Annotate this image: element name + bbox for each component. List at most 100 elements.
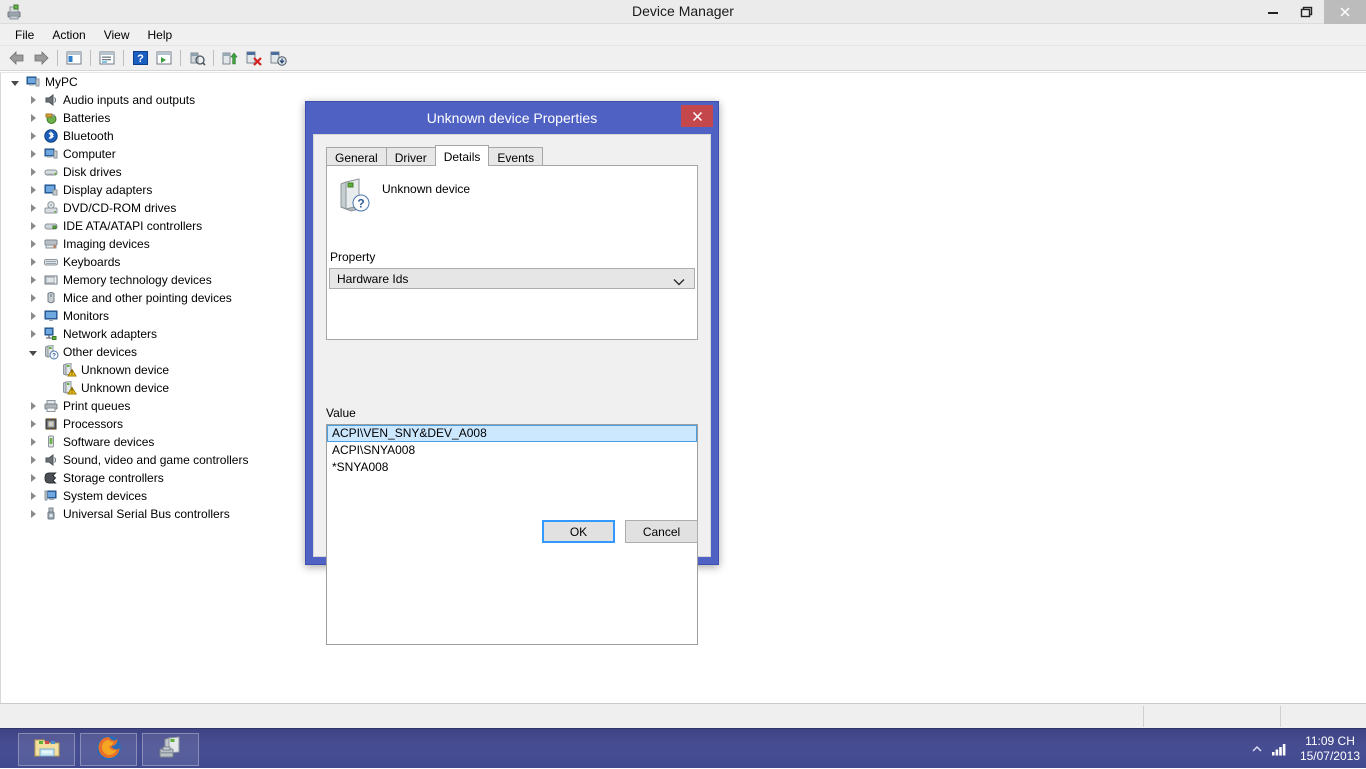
tree-twisty[interactable] — [25, 469, 41, 487]
tab-events[interactable]: Events — [488, 147, 543, 166]
tree-twisty[interactable] — [25, 289, 41, 307]
tree-twisty[interactable] — [25, 343, 41, 361]
menubar: File Action View Help — [0, 24, 1366, 46]
system-tray: 11:09 CH 15/07/2013 — [1246, 729, 1360, 769]
collapsed-arrow-icon[interactable] — [31, 330, 36, 338]
collapsed-arrow-icon[interactable] — [31, 312, 36, 320]
show-hidden-icons-icon[interactable] — [1246, 738, 1268, 760]
tree-twisty[interactable] — [25, 199, 41, 217]
tree-twisty[interactable] — [43, 361, 59, 379]
cancel-button[interactable]: Cancel — [625, 520, 698, 543]
tree-twisty[interactable] — [43, 379, 59, 397]
software-device-icon — [41, 433, 61, 451]
taskbar-button-firefox[interactable] — [80, 733, 137, 766]
expanded-arrow-icon[interactable] — [29, 351, 37, 356]
tree-twisty[interactable] — [7, 73, 23, 91]
menu-view[interactable]: View — [95, 26, 139, 44]
tree-node-label: Monitors — [63, 309, 109, 323]
ok-button[interactable]: OK — [542, 520, 615, 543]
tree-twisty[interactable] — [25, 217, 41, 235]
collapsed-arrow-icon[interactable] — [31, 294, 36, 302]
forward-icon[interactable] — [29, 47, 53, 69]
collapsed-arrow-icon[interactable] — [31, 96, 36, 104]
tree-twisty[interactable] — [25, 487, 41, 505]
unknown-device-icon: ? — [41, 343, 61, 361]
tree-node-label: Keyboards — [63, 255, 120, 269]
collapsed-arrow-icon[interactable] — [31, 222, 36, 230]
collapsed-arrow-icon[interactable] — [31, 492, 36, 500]
tree-twisty[interactable] — [25, 145, 41, 163]
help-icon[interactable]: ? — [128, 47, 152, 69]
network-adapter-icon — [41, 325, 61, 343]
disable-device-icon[interactable] — [242, 47, 266, 69]
tab-details[interactable]: Details — [435, 145, 490, 166]
dialog-close-button[interactable] — [681, 105, 713, 127]
tree-twisty[interactable] — [25, 505, 41, 523]
tree-twisty[interactable] — [25, 127, 41, 145]
tree-twisty[interactable] — [25, 91, 41, 109]
tree-twisty[interactable] — [25, 433, 41, 451]
collapsed-arrow-icon[interactable] — [31, 114, 36, 122]
collapsed-arrow-icon[interactable] — [31, 204, 36, 212]
collapsed-arrow-icon[interactable] — [31, 420, 36, 428]
scan-for-hardware-changes-icon[interactable] — [152, 47, 176, 69]
back-icon[interactable] — [5, 47, 29, 69]
tree-twisty[interactable] — [25, 253, 41, 271]
collapsed-arrow-icon[interactable] — [31, 186, 36, 194]
collapsed-arrow-icon[interactable] — [31, 510, 36, 518]
tree-twisty[interactable] — [25, 325, 41, 343]
tree-twisty[interactable] — [25, 181, 41, 199]
properties-icon[interactable] — [95, 47, 119, 69]
collapsed-arrow-icon[interactable] — [31, 240, 36, 248]
show-hide-console-tree-icon[interactable] — [62, 47, 86, 69]
value-list-item[interactable]: ACPI\SNYA008 — [327, 442, 697, 459]
collapsed-arrow-icon[interactable] — [31, 456, 36, 464]
printer-icon — [41, 397, 61, 415]
tree-node[interactable]: MyPC — [1, 73, 1366, 91]
menu-help[interactable]: Help — [139, 26, 182, 44]
speaker-icon — [41, 91, 61, 109]
tree-node-label: Other devices — [63, 345, 137, 359]
close-button[interactable] — [1324, 0, 1366, 24]
uninstall-device-icon[interactable] — [266, 47, 290, 69]
tree-node-label: Unknown device — [81, 381, 169, 395]
collapsed-arrow-icon[interactable] — [31, 402, 36, 410]
menu-file[interactable]: File — [6, 26, 43, 44]
collapsed-arrow-icon[interactable] — [31, 168, 36, 176]
dialog-buttons: OK Cancel — [542, 520, 698, 543]
tree-twisty[interactable] — [25, 271, 41, 289]
expanded-arrow-icon[interactable] — [11, 81, 19, 86]
value-list-item[interactable]: *SNYA008 — [327, 459, 697, 476]
property-dropdown[interactable]: Hardware Ids — [329, 268, 695, 289]
minimize-button[interactable] — [1256, 0, 1290, 24]
enable-device-icon[interactable] — [218, 47, 242, 69]
device-manager-icon — [157, 735, 185, 764]
tree-twisty[interactable] — [25, 415, 41, 433]
collapsed-arrow-icon[interactable] — [31, 438, 36, 446]
tree-twisty[interactable] — [25, 163, 41, 181]
collapsed-arrow-icon[interactable] — [31, 150, 36, 158]
tree-twisty[interactable] — [25, 235, 41, 253]
maximize-restore-button[interactable] — [1290, 0, 1324, 24]
collapsed-arrow-icon[interactable] — [31, 474, 36, 482]
value-list-item[interactable]: ACPI\VEN_SNY&DEV_A008 — [327, 425, 697, 442]
tree-node-label: Storage controllers — [63, 471, 164, 485]
update-driver-icon[interactable] — [185, 47, 209, 69]
taskbar-button-file-explorer[interactable] — [18, 733, 75, 766]
tree-node-label: Display adapters — [63, 183, 152, 197]
clock[interactable]: 11:09 CH 15/07/2013 — [1300, 734, 1360, 764]
tab-general[interactable]: General — [326, 147, 387, 166]
tab-driver[interactable]: Driver — [386, 147, 436, 166]
tree-twisty[interactable] — [25, 397, 41, 415]
taskbar-button-device-manager[interactable] — [142, 733, 199, 766]
tree-twisty[interactable] — [25, 307, 41, 325]
tree-node-label: Computer — [63, 147, 116, 161]
collapsed-arrow-icon[interactable] — [31, 276, 36, 284]
collapsed-arrow-icon[interactable] — [31, 132, 36, 140]
network-signal-icon[interactable] — [1268, 738, 1290, 760]
tree-node-label: Processors — [63, 417, 123, 431]
menu-action[interactable]: Action — [43, 26, 94, 44]
collapsed-arrow-icon[interactable] — [31, 258, 36, 266]
tree-twisty[interactable] — [25, 451, 41, 469]
tree-twisty[interactable] — [25, 109, 41, 127]
